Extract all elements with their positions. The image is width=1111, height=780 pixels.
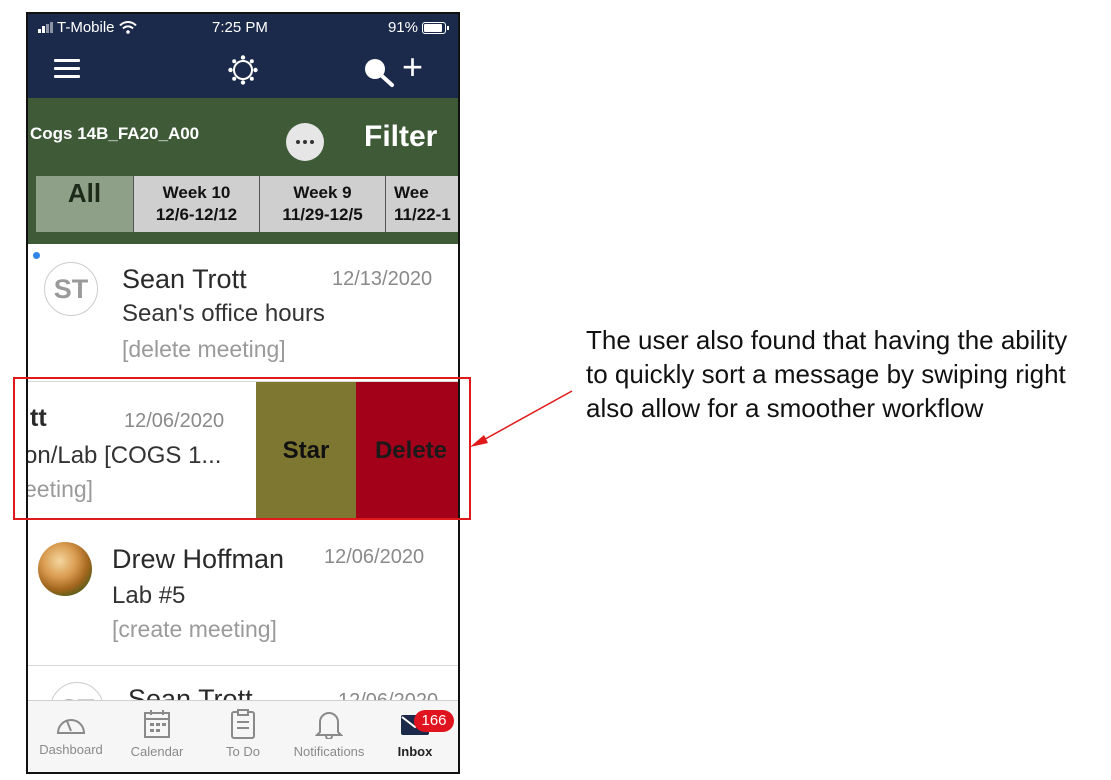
bell-icon <box>315 712 343 739</box>
tab-week-8[interactable]: Wee 11/22-1 <box>386 176 458 232</box>
tab-all[interactable]: All <box>36 176 134 232</box>
tab-range: 11/29-12/5 <box>282 205 363 224</box>
more-options-icon[interactable] <box>286 123 324 161</box>
tab-week-9[interactable]: Week 9 11/29-12/5 <box>260 176 386 232</box>
message-date: 12/06/2020 <box>324 546 425 568</box>
week-tabs: All Week 10 12/6-12/12 Week 9 11/29-12/5… <box>36 176 458 232</box>
course-title: Cogs 14B_FA20_A00 <box>30 124 200 143</box>
tab-dashboard[interactable]: Dashboard <box>28 709 114 757</box>
week-filter-bar: All Week 10 12/6-12/12 Week 9 11/29-12/5… <box>28 162 458 244</box>
filter-button[interactable]: Filter <box>364 120 437 154</box>
hamburger-icon[interactable] <box>54 59 80 79</box>
highlight-box <box>13 377 471 520</box>
message-preview: [delete meeting] <box>122 336 286 362</box>
message-date: 12/13/2020 <box>332 268 433 290</box>
signal-icon <box>38 22 53 33</box>
status-bar: T-Mobile 7:25 PM 91% <box>28 14 458 42</box>
tab-label: To Do <box>226 744 260 759</box>
tab-label: All <box>67 178 102 208</box>
inbox-badge: 166 <box>414 710 454 732</box>
avatar: ST <box>44 262 98 316</box>
plus-icon[interactable]: + <box>402 49 423 85</box>
tab-todo[interactable]: To Do <box>200 709 286 759</box>
message-sender: Drew Hoffman <box>112 544 285 574</box>
course-bar: Cogs 14B_FA20_A00 Filter <box>28 98 458 162</box>
canvas-logo-icon[interactable] <box>228 55 258 85</box>
tab-notifications[interactable]: Notifications <box>286 709 372 759</box>
tab-label: Wee <box>394 183 429 202</box>
message-preview: [create meeting] <box>112 616 277 642</box>
tab-calendar[interactable]: Calendar <box>114 709 200 759</box>
message-subject: Lab #5 <box>112 582 186 609</box>
tab-label: Calendar <box>130 744 184 759</box>
arrow-icon <box>470 390 573 447</box>
bottom-tab-bar: Dashboard Calendar To Do Notifications I… <box>28 700 458 772</box>
annotation-text: The user also found that having the abil… <box>586 325 1068 423</box>
tab-label: Week 10 <box>162 183 231 202</box>
wifi-icon <box>118 21 137 34</box>
tab-label: Dashboard <box>39 742 103 757</box>
tab-week-10[interactable]: Week 10 12/6-12/12 <box>134 176 260 232</box>
battery-group: 91% <box>387 19 449 36</box>
tab-range: 11/22-1 <box>394 205 451 224</box>
tab-range: 12/6-12/12 <box>155 205 238 224</box>
tab-label: Inbox <box>397 744 433 759</box>
list-item[interactable]: ST Sean Trott 12/13/2020 Sean's office h… <box>28 244 458 382</box>
message-sender: Sean Trott <box>122 264 247 294</box>
battery-icon <box>422 21 449 34</box>
unread-indicator <box>33 252 40 259</box>
battery-percent: 91% <box>387 19 418 36</box>
carrier-group: T-Mobile <box>38 19 137 36</box>
calendar-icon <box>144 710 170 738</box>
status-time: 7:25 PM <box>212 19 268 36</box>
tab-label: Notifications <box>293 744 365 759</box>
search-icon[interactable] <box>362 56 396 88</box>
list-item[interactable]: Drew Hoffman 12/06/2020 Lab #5 [create m… <box>28 520 458 666</box>
nav-bar: + <box>28 42 458 98</box>
dashboard-icon <box>56 719 86 734</box>
message-subject: Sean's office hours <box>122 300 325 327</box>
avatar <box>38 542 92 596</box>
todo-icon <box>231 709 255 739</box>
tab-label: Week 9 <box>293 183 352 202</box>
carrier-name: T-Mobile <box>57 19 115 36</box>
